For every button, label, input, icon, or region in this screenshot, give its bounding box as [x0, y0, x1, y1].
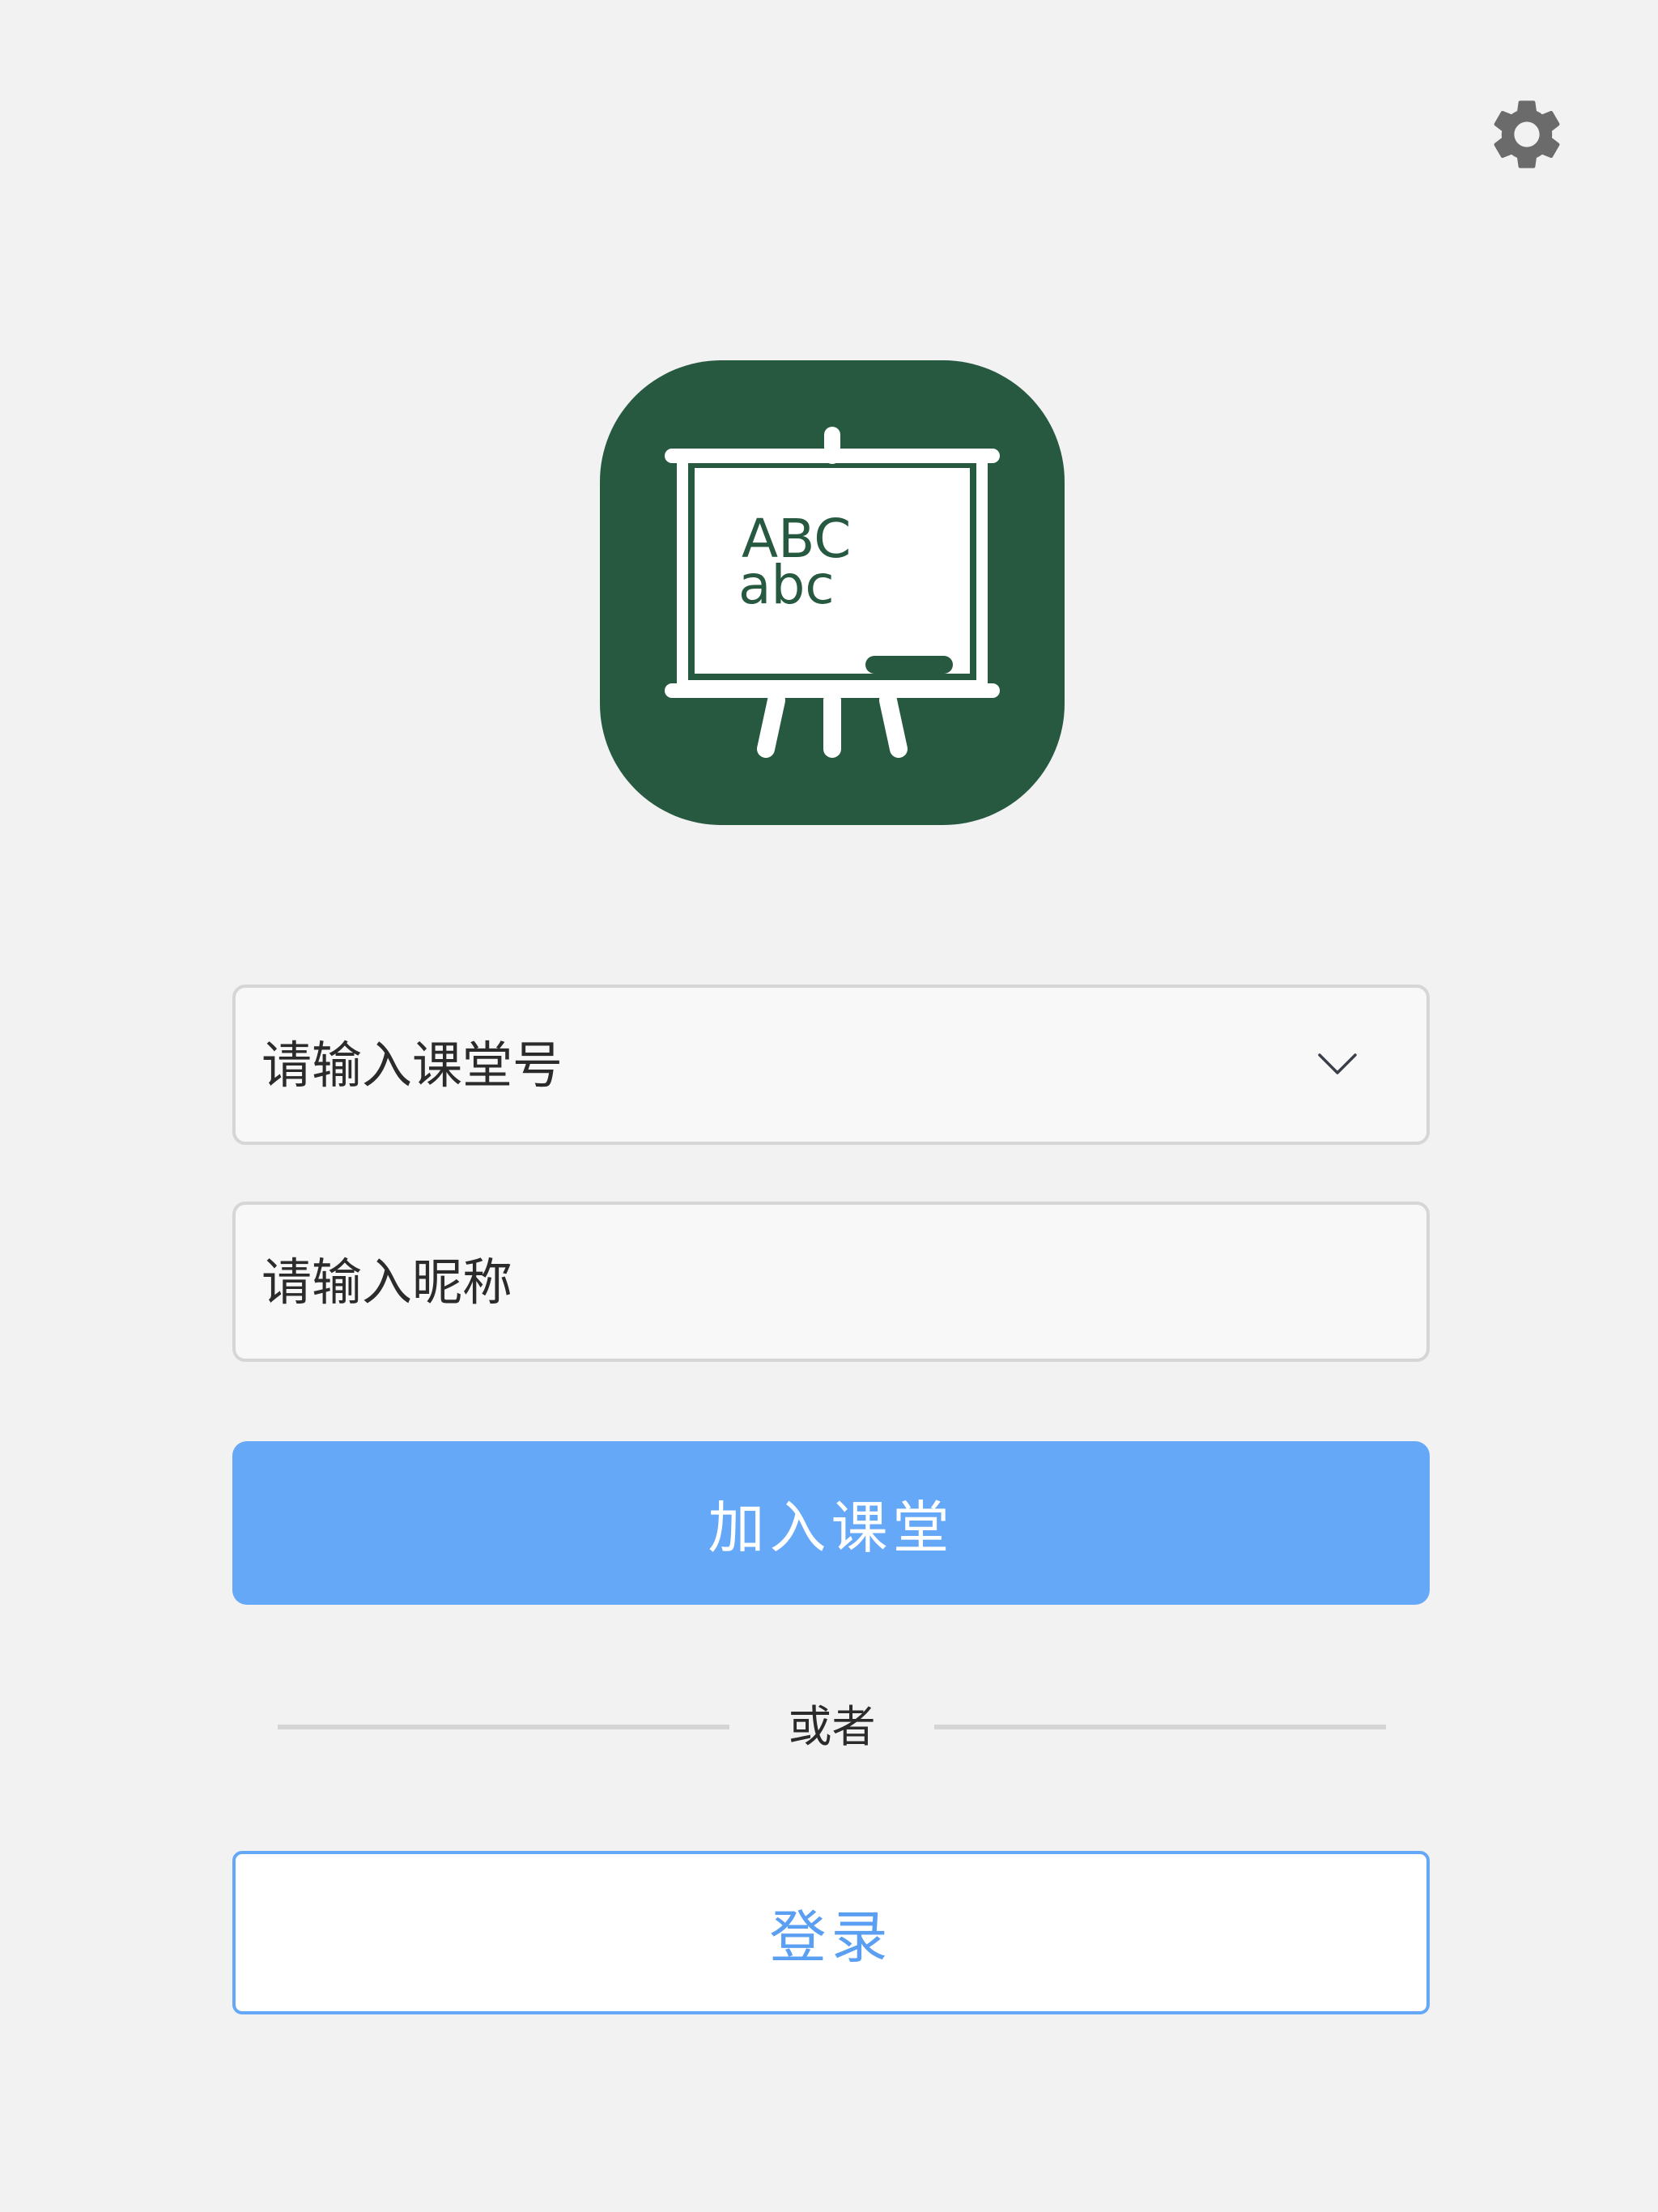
class-number-input[interactable]	[261, 988, 1313, 1142]
divider-line-right	[934, 1725, 1386, 1729]
easel-whiteboard-icon: ABC abc	[665, 427, 1000, 758]
nickname-field[interactable]	[232, 1202, 1430, 1362]
gear-icon[interactable]	[1485, 92, 1569, 177]
class-number-field[interactable]	[232, 985, 1430, 1145]
chevron-down-icon[interactable]	[1313, 1040, 1362, 1089]
or-separator-text: 或者	[788, 1701, 876, 1752]
join-class-button[interactable]: 加入课堂	[232, 1441, 1430, 1605]
board-text-lower: abc	[738, 554, 835, 616]
app-logo: ABC abc	[600, 360, 1065, 825]
nickname-input[interactable]	[261, 1205, 1378, 1359]
login-button[interactable]: 登录	[232, 1851, 1430, 2014]
divider-line-left	[278, 1725, 729, 1729]
